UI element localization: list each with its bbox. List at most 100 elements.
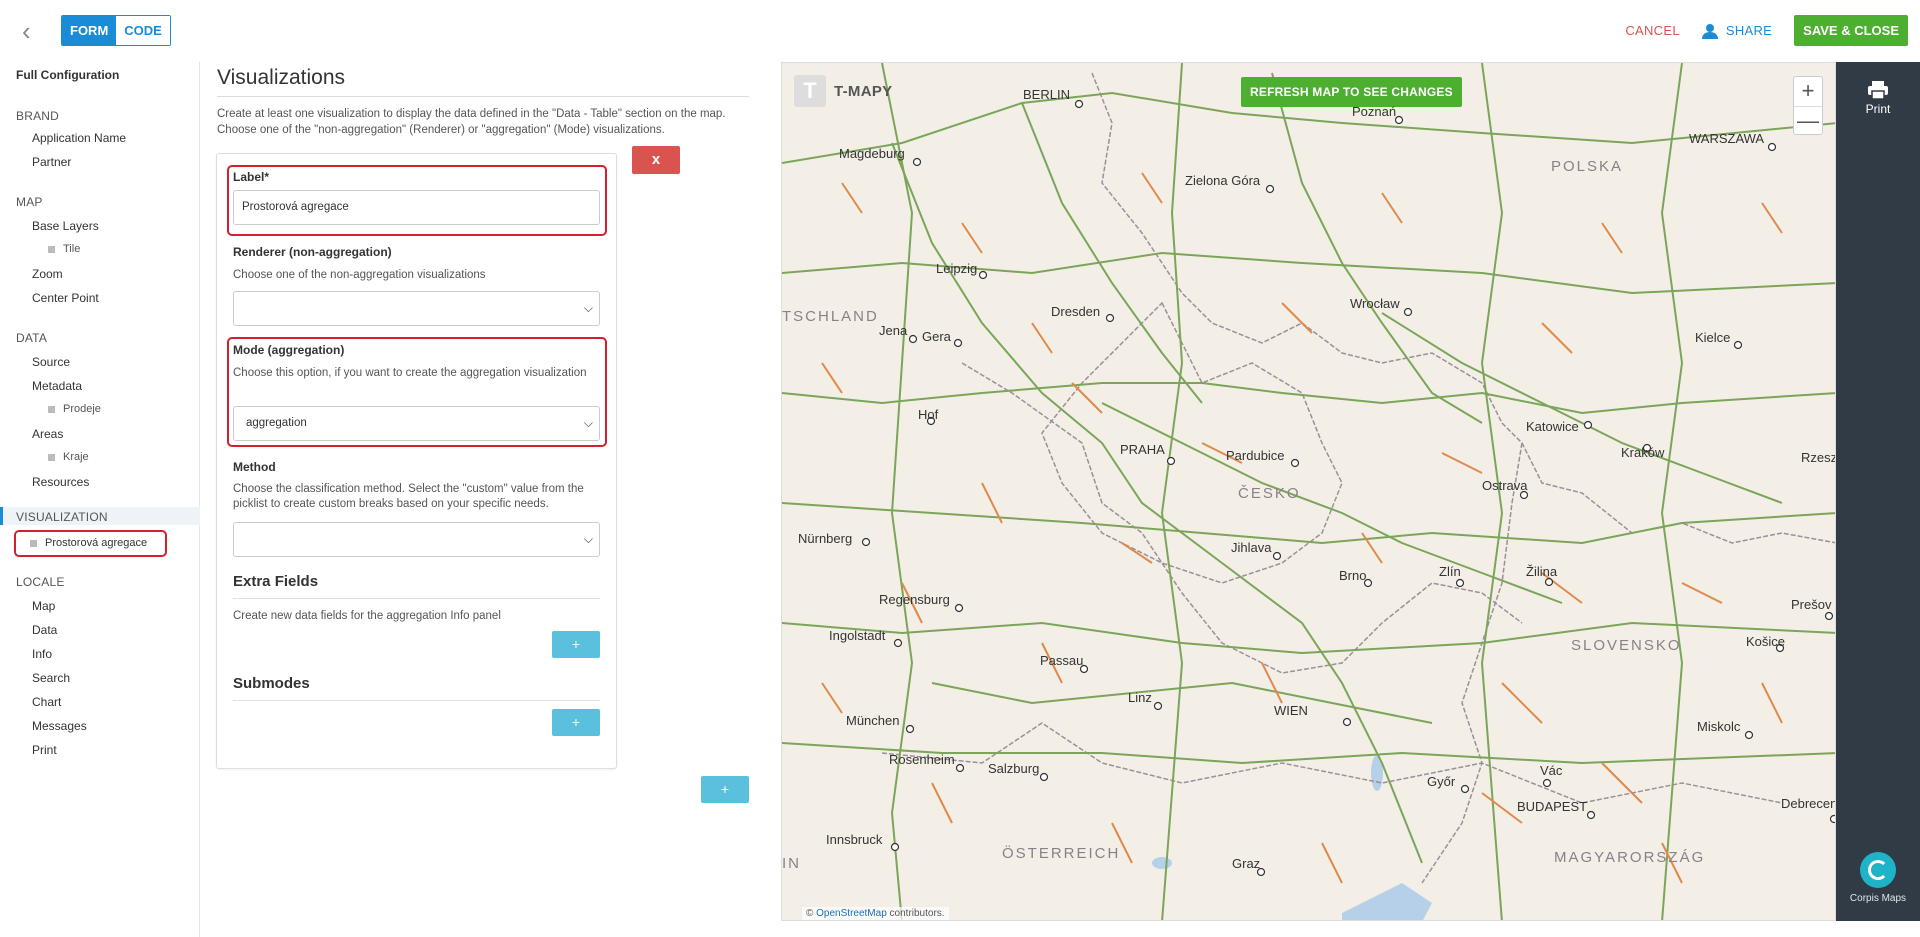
nav-sub-tile[interactable]: Tile <box>48 243 80 255</box>
extra-fields-help: Create new data fields for the aggregati… <box>233 610 501 622</box>
form-mode-button[interactable]: FORM <box>62 16 117 45</box>
add-visualization-button[interactable]: + <box>701 776 749 803</box>
print-button[interactable]: Print <box>1836 80 1920 116</box>
map-label: Jihlava <box>1231 540 1272 555</box>
nav-full-configuration[interactable]: Full Configuration <box>16 68 119 82</box>
map-label: Nürnberg <box>798 531 853 546</box>
zoom-control: + — <box>1793 76 1823 135</box>
map-label: BERLIN <box>1023 87 1070 102</box>
nav-item-base-layers[interactable]: Base Layers <box>32 219 99 233</box>
map-country-label: SLOVENSKO <box>1571 637 1682 654</box>
map-label: Brno <box>1339 568 1367 583</box>
renderer-label: Renderer (non-aggregation) <box>233 245 392 259</box>
bullet-icon <box>48 245 55 253</box>
map-label: Vác <box>1540 763 1563 778</box>
nav-section-brand: BRAND <box>16 109 60 123</box>
nav-item-locale-info[interactable]: Info <box>32 647 52 661</box>
tmapy-logo-text: T-MAPY <box>834 82 893 100</box>
map-label: Regensburg <box>879 592 950 607</box>
share-button[interactable]: SHARE <box>1701 23 1772 39</box>
map-label: PRAHA <box>1120 442 1165 457</box>
nav-item-locale-messages[interactable]: Messages <box>32 719 87 733</box>
zoom-out-button[interactable]: — <box>1794 106 1822 135</box>
remove-visualization-button[interactable]: x <box>632 146 680 174</box>
map-label: Gera <box>922 329 951 344</box>
map-label: Prešov <box>1791 597 1832 612</box>
map-label: Salzburg <box>988 761 1040 776</box>
map-label: Rosenheim <box>889 752 955 767</box>
nav-item-areas[interactable]: Areas <box>32 427 63 441</box>
nav-section-locale: LOCALE <box>16 575 65 589</box>
nav-section-map: MAP <box>16 195 43 209</box>
attribution-prefix: © <box>806 908 814 919</box>
attribution-suffix: contributors. <box>889 908 945 919</box>
nav-item-center-point[interactable]: Center Point <box>32 291 99 305</box>
nav-section-visualization[interactable]: VISUALIZATION <box>16 510 108 524</box>
save-close-button[interactable]: SAVE & CLOSE <box>1794 15 1908 46</box>
nav-item-source[interactable]: Source <box>32 355 70 369</box>
map-preview[interactable]: T T-MAPY REFRESH MAP TO SEE CHANGES + — … <box>781 62 1836 921</box>
mode-select[interactable]: aggregation ⌵ <box>233 406 600 441</box>
nav-item-locale-search[interactable]: Search <box>32 671 70 685</box>
map-label: Kielce <box>1695 330 1731 345</box>
visualization-card: Label* Prostorová agregace Renderer (non… <box>216 153 617 769</box>
nav-sub-label: Tile <box>63 243 81 255</box>
map-label: Leipzig <box>936 261 978 276</box>
corpis-logo-icon <box>1860 852 1896 888</box>
nav-item-application-name[interactable]: Application Name <box>32 131 126 145</box>
map-label: Ostrava <box>1482 478 1528 493</box>
map-label: Žilina <box>1526 564 1558 579</box>
renderer-select[interactable]: ⌵ <box>233 291 600 326</box>
corpis-maps-logo: Corpis Maps <box>1836 852 1920 904</box>
chevron-down-icon: ⌵ <box>583 532 593 546</box>
nav-sub-label: Kraje <box>63 451 89 463</box>
method-select[interactable]: ⌵ <box>233 522 600 557</box>
map-label: Zlín <box>1439 564 1461 579</box>
map-label: Ingolstadt <box>829 628 886 643</box>
map-label: Pardubice <box>1226 448 1285 463</box>
bullet-icon <box>48 453 55 461</box>
map-label: München <box>846 713 900 728</box>
nav-item-resources[interactable]: Resources <box>32 475 89 489</box>
openstreetmap-link[interactable]: OpenStreetMap <box>816 908 887 919</box>
map-label: Hof <box>918 407 939 422</box>
nav-item-locale-map[interactable]: Map <box>32 599 55 613</box>
label-input[interactable]: Prostorová agregace <box>233 190 600 225</box>
chevron-down-icon: ⌵ <box>583 416 593 430</box>
map-country-label: ČESKO <box>1238 485 1301 502</box>
nav-item-zoom[interactable]: Zoom <box>32 267 63 281</box>
nav-item-locale-print[interactable]: Print <box>32 743 57 757</box>
chevron-down-icon: ⌵ <box>583 301 593 315</box>
nav-item-metadata[interactable]: Metadata <box>32 379 82 393</box>
extra-fields-divider <box>233 598 600 599</box>
method-label: Method <box>233 460 276 474</box>
map-label: Miskolc <box>1697 719 1741 734</box>
cancel-button[interactable]: CANCEL <box>1625 23 1680 38</box>
nav-item-locale-data[interactable]: Data <box>32 623 57 637</box>
zoom-in-button[interactable]: + <box>1794 77 1822 106</box>
add-submode-button[interactable]: + <box>552 709 600 736</box>
refresh-map-button[interactable]: REFRESH MAP TO SEE CHANGES <box>1241 77 1462 107</box>
add-extra-field-button[interactable]: + <box>552 631 600 658</box>
nav-sub-kraje[interactable]: Kraje <box>48 451 89 463</box>
nav-section-data: DATA <box>16 331 48 345</box>
nav-sub-prostorova-agregace[interactable]: Prostorová agregace <box>14 530 167 557</box>
map-country-label: ÖSTERREICH <box>1002 845 1121 862</box>
bullet-icon <box>48 405 55 413</box>
map-label: Innsbruck <box>826 832 883 847</box>
title-divider <box>217 96 749 97</box>
top-actions: CANCEL SHARE SAVE & CLOSE <box>1625 15 1908 46</box>
map-attribution: © OpenStreetMap contributors. <box>802 907 949 920</box>
back-chevron-icon[interactable]: ‹ <box>22 18 42 44</box>
code-mode-button[interactable]: CODE <box>116 16 170 45</box>
map-basemap <box>782 63 1835 920</box>
map-label: Debrecen <box>1781 796 1836 811</box>
print-label: Print <box>1865 102 1891 116</box>
nav-item-partner[interactable]: Partner <box>32 155 71 169</box>
label-field-label: Label* <box>233 170 270 184</box>
map-label: Rzesz <box>1801 450 1836 465</box>
nav-sub-prodeje[interactable]: Prodeje <box>48 403 101 415</box>
map-label: Linz <box>1128 690 1152 705</box>
map-country-label: MAGYARORSZÁG <box>1554 849 1706 866</box>
nav-item-locale-chart[interactable]: Chart <box>32 695 61 709</box>
